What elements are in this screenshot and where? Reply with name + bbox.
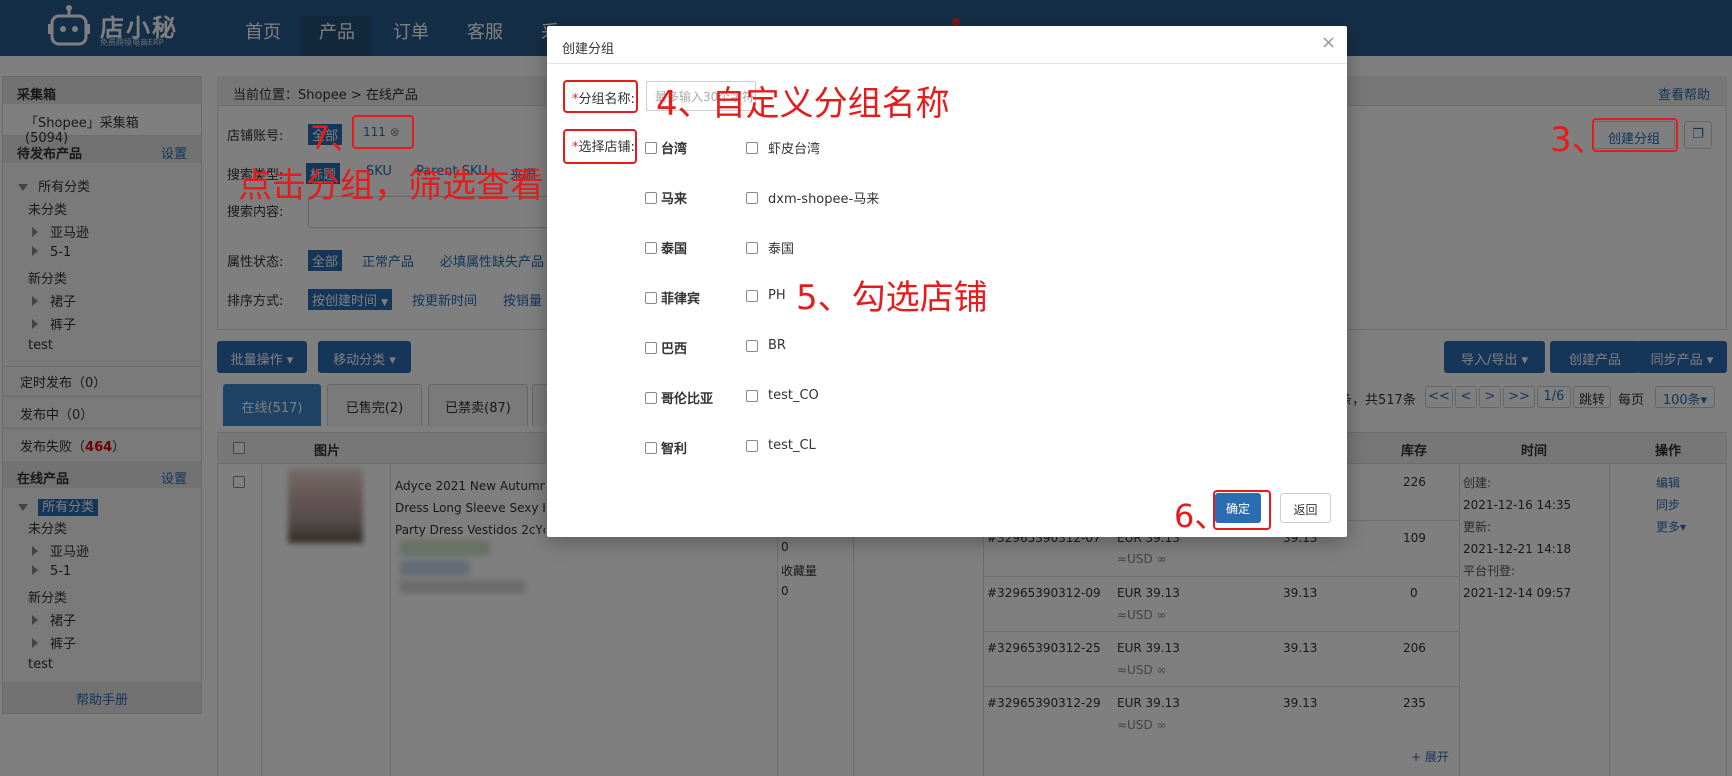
shop-name: test_CL [768, 438, 816, 453]
shop-name: 马来 [661, 192, 688, 207]
shop-name: dxm-shopee-马来 [768, 192, 880, 207]
checkbox[interactable] [746, 439, 758, 452]
back-button[interactable]: 返回 [1280, 493, 1331, 523]
checkbox[interactable] [746, 389, 758, 402]
shop-name: 菲律宾 [661, 292, 701, 307]
shop-checkbox-colombia[interactable]: 哥伦比亚 [645, 388, 713, 407]
checkbox[interactable] [645, 241, 657, 254]
modal-title: 创建分组 [562, 42, 615, 57]
checkbox[interactable] [746, 191, 758, 204]
shop-checkbox-thailand[interactable]: 泰国 [645, 238, 687, 257]
checkbox[interactable] [645, 141, 657, 154]
shop-name: BR [768, 338, 786, 353]
shop-name: 智利 [661, 442, 688, 457]
checkbox[interactable] [746, 141, 758, 154]
close-icon[interactable]: × [1321, 32, 1336, 53]
shop-name: 泰国 [768, 242, 795, 257]
annotation-step-6: 6、 [1174, 497, 1227, 535]
shop-checkbox-br[interactable]: BR [746, 338, 786, 353]
checkbox[interactable] [746, 339, 758, 352]
annotation-box-shop-select [563, 129, 637, 164]
shop-name: PH [768, 288, 786, 303]
shop-name: test_CO [768, 388, 819, 403]
annotation-box-group-name [563, 80, 638, 113]
checkbox[interactable] [746, 241, 758, 254]
shop-checkbox-chile[interactable]: 智利 [645, 438, 687, 457]
checkbox[interactable] [645, 191, 657, 204]
annotation-step-7: 7、 [310, 119, 363, 157]
shop-name: 虾皮台湾 [768, 142, 821, 157]
checkbox[interactable] [746, 289, 758, 302]
shop-checkbox-test-co[interactable]: test_CO [746, 388, 819, 403]
shop-checkbox-th[interactable]: 泰国 [746, 238, 794, 257]
shop-checkbox-dxm-my[interactable]: dxm-shopee-马来 [746, 188, 879, 207]
checkbox[interactable] [645, 341, 657, 354]
checkbox[interactable] [645, 291, 657, 304]
shop-name: 台湾 [661, 142, 688, 157]
checkbox[interactable] [645, 391, 657, 404]
shop-checkbox-malaysia[interactable]: 马来 [645, 188, 687, 207]
shop-checkbox-shopee-tw[interactable]: 虾皮台湾 [746, 138, 820, 157]
shop-checkbox-test-cl[interactable]: test_CL [746, 438, 816, 453]
annotation-step-4: 4、自定义分组名称 [656, 84, 950, 124]
shop-checkbox-ph[interactable]: PH [746, 288, 786, 303]
annotation-step-7-text: 点击分组，筛选查看 [238, 166, 544, 206]
shop-checkbox-brazil[interactable]: 巴西 [645, 338, 687, 357]
shop-name: 巴西 [661, 342, 688, 357]
shop-checkbox-taiwan[interactable]: 台湾 [645, 138, 687, 157]
annotation-step-5: 5、勾选店铺 [796, 278, 988, 318]
shop-checkbox-philippines[interactable]: 菲律宾 [645, 288, 700, 307]
annotation-step-3: 3、 [1550, 120, 1606, 160]
checkbox[interactable] [645, 441, 657, 454]
shop-name: 泰国 [661, 242, 688, 257]
shop-name: 哥伦比亚 [661, 392, 714, 407]
